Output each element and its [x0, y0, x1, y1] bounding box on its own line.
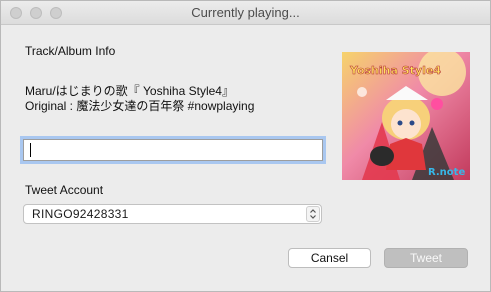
cancel-button[interactable]: Cansel — [288, 248, 371, 268]
now-playing-window: Currently playing... Track/Album Info Ma… — [0, 0, 491, 292]
album-art-image: Yoshiha Style4 R.note — [342, 52, 470, 180]
updown-chevron-icon[interactable] — [306, 206, 320, 222]
tweet-account-select[interactable]: RINGO92428331 — [23, 204, 322, 224]
text-caret — [30, 143, 31, 157]
track-info-heading: Track/Album Info — [25, 44, 116, 58]
tweet-button[interactable]: Tweet — [384, 248, 468, 268]
tweet-account-label: Tweet Account — [25, 183, 104, 197]
selected-account: RINGO92428331 — [32, 207, 129, 221]
tweet-text-input[interactable] — [20, 136, 326, 164]
window-title: Currently playing... — [191, 5, 300, 20]
album-art-logo: R.note — [428, 167, 465, 178]
title-bar: Currently playing... — [1, 1, 490, 25]
original-and-hashtag-line: Original : 魔法少女達の百年祭 #nowplaying — [25, 99, 255, 113]
album-art-title: Yoshiha Style4 — [349, 64, 441, 77]
